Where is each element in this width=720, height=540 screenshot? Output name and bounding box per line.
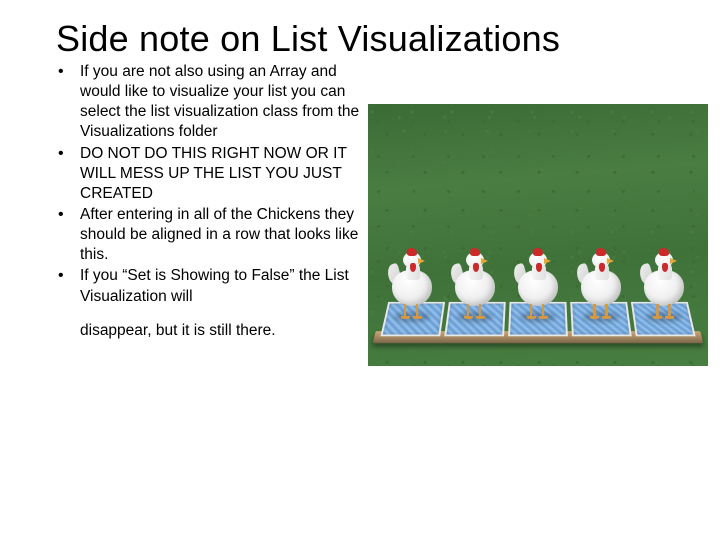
chicken-icon: [636, 248, 692, 318]
chicken-icon: [384, 248, 440, 318]
chicken-icon: [573, 248, 629, 318]
trailing-text: disappear, but it is still there.: [50, 321, 360, 341]
slide-title: Side note on List Visualizations: [0, 0, 720, 60]
bullet-item: DO NOT DO THIS RIGHT NOW OR IT WILL MESS…: [50, 144, 360, 204]
bullet-list: If you are not also using an Array and w…: [50, 62, 360, 366]
chicken-icon: [447, 248, 503, 318]
slide-content: If you are not also using an Array and w…: [0, 60, 720, 366]
chickens-row: [380, 248, 696, 318]
bullet-item: After entering in all of the Chickens th…: [50, 205, 360, 265]
chickens-scene: [368, 104, 708, 366]
illustration: [368, 104, 708, 366]
chicken-icon: [510, 248, 566, 318]
bullet-item: If you “Set is Showing to False” the Lis…: [50, 266, 360, 306]
bullet-item: If you are not also using an Array and w…: [50, 62, 360, 143]
